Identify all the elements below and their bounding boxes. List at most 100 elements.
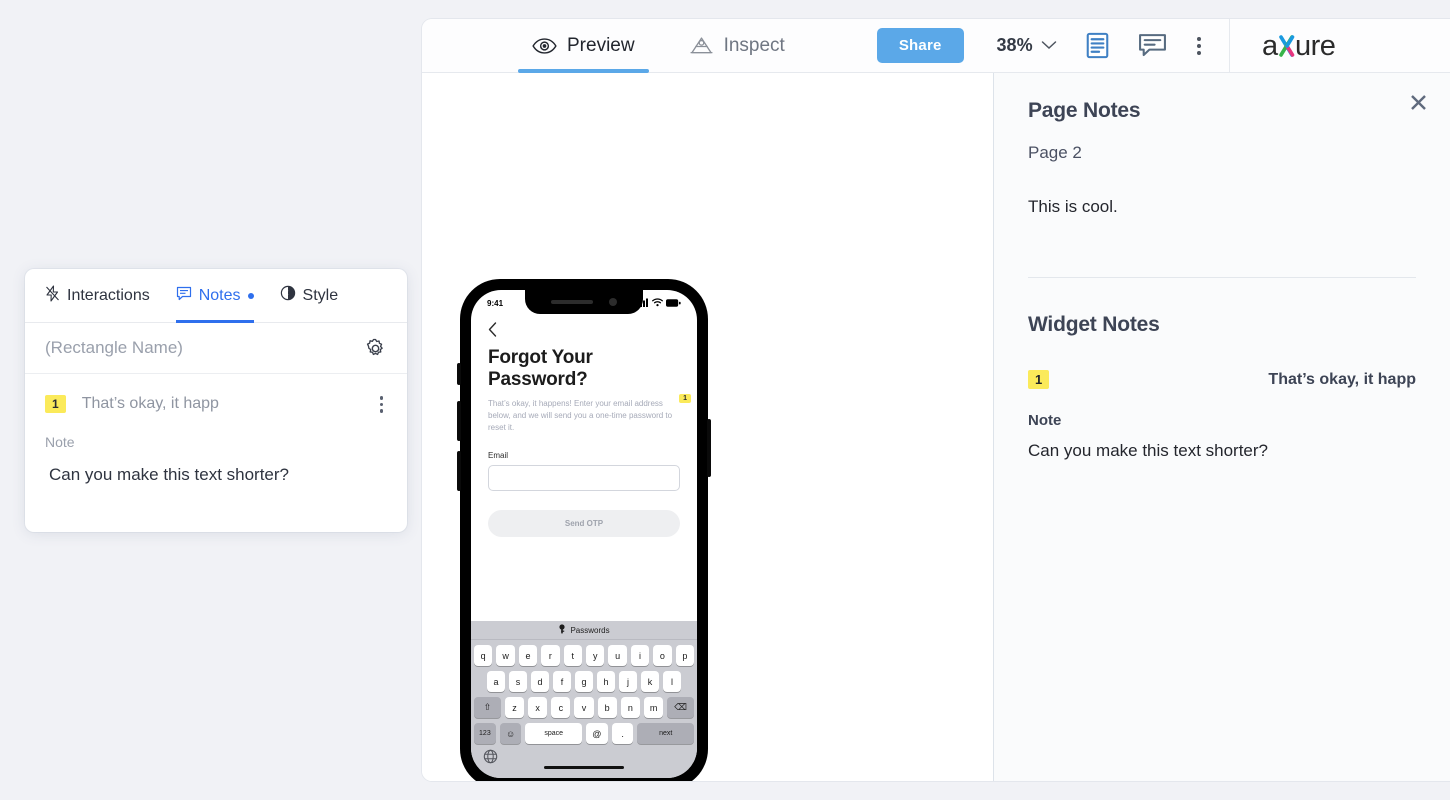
key-j[interactable]: j bbox=[619, 671, 637, 692]
tab-preview[interactable]: Preview bbox=[518, 19, 649, 73]
tab-inspect[interactable]: Inspect bbox=[685, 19, 789, 73]
key-period[interactable]: . bbox=[611, 723, 634, 744]
comments-icon[interactable] bbox=[1138, 33, 1167, 58]
key-i[interactable]: i bbox=[630, 645, 650, 666]
svg-text:a: a bbox=[1262, 30, 1279, 62]
keyboard-row-4: 123 ☺ space @ . next bbox=[471, 723, 697, 744]
share-button[interactable]: Share bbox=[876, 28, 964, 63]
key-n[interactable]: n bbox=[620, 697, 640, 718]
key-v[interactable]: v bbox=[574, 697, 594, 718]
key-a[interactable]: a bbox=[487, 671, 505, 692]
page-note-body: This is cool. bbox=[1028, 197, 1118, 216]
keyboard-passwords-suggestion[interactable]: Passwords bbox=[471, 621, 697, 640]
widget-note-badge: 1 bbox=[1028, 370, 1050, 389]
note-field-label: Note bbox=[45, 433, 75, 450]
key-b[interactable]: b bbox=[597, 697, 617, 718]
key-space[interactable]: space bbox=[525, 723, 582, 744]
phone-mute-button[interactable] bbox=[457, 363, 461, 385]
key-p[interactable]: p bbox=[675, 645, 695, 666]
page-notes-icon[interactable] bbox=[1085, 32, 1110, 59]
key-m[interactable]: m bbox=[643, 697, 664, 718]
key-f[interactable]: f bbox=[553, 671, 571, 692]
inspect-icon bbox=[689, 36, 714, 55]
widget-note-row: 1 That’s okay, it happ bbox=[1028, 370, 1416, 389]
widget-note-field-value: Can you make this text shorter? bbox=[1028, 441, 1269, 460]
note-field-value[interactable]: Can you make this text shorter? bbox=[25, 450, 407, 485]
page-name: Page 2 bbox=[1028, 143, 1082, 162]
key-y[interactable]: y bbox=[586, 645, 605, 666]
email-input[interactable] bbox=[488, 464, 680, 491]
key-z[interactable]: z bbox=[504, 697, 525, 718]
screen-title: Forgot Your Password? bbox=[488, 347, 593, 390]
battery-icon bbox=[666, 294, 681, 312]
key-d[interactable]: d bbox=[531, 671, 549, 692]
gear-icon[interactable] bbox=[364, 337, 387, 360]
key-icon bbox=[558, 624, 566, 636]
tab-notes[interactable]: Notes bbox=[175, 269, 254, 323]
status-time: 9:41 bbox=[487, 298, 504, 308]
globe-icon[interactable] bbox=[483, 749, 498, 769]
key-next[interactable]: next bbox=[637, 723, 694, 744]
key-shift[interactable]: ⇧ bbox=[473, 697, 501, 718]
widget-note-field-label: Note bbox=[1028, 412, 1062, 429]
chevron-down-icon bbox=[1041, 37, 1057, 55]
zoom-level-dropdown[interactable]: 38% bbox=[997, 35, 1057, 56]
keyboard-row2-left-gap bbox=[471, 671, 483, 692]
axure-cloud-app-frame: Preview Inspect Share 38% a ure 9:41 1 F… bbox=[422, 19, 1450, 781]
key-at[interactable]: @ bbox=[586, 723, 608, 744]
tab-inspect-label: Inspect bbox=[723, 34, 785, 56]
keyboard-bottom-row bbox=[471, 744, 697, 774]
phone-speaker bbox=[551, 300, 593, 304]
notes-unread-dot bbox=[247, 292, 254, 299]
panel-divider bbox=[1028, 277, 1416, 278]
email-field-label: Email bbox=[488, 450, 509, 460]
notes-side-panel: Page Notes Page 2 This is cool. Widget N… bbox=[993, 73, 1450, 781]
phone-power-button[interactable] bbox=[707, 419, 711, 477]
key-numbers[interactable]: 123 bbox=[474, 723, 496, 744]
phone-volume-down-button[interactable] bbox=[457, 451, 461, 491]
tab-notes-label: Notes bbox=[198, 286, 241, 304]
lightning-icon bbox=[45, 284, 60, 307]
phone-volume-up-button[interactable] bbox=[457, 401, 461, 441]
widget-name-row: (Rectangle Name) bbox=[25, 323, 407, 374]
contrast-icon bbox=[280, 285, 296, 306]
speech-bubble-icon bbox=[176, 286, 192, 306]
chevron-left-icon[interactable] bbox=[488, 322, 680, 342]
key-c[interactable]: c bbox=[551, 697, 571, 718]
key-t[interactable]: t bbox=[563, 645, 582, 666]
key-emoji[interactable]: ☺ bbox=[499, 723, 522, 744]
key-k[interactable]: k bbox=[641, 671, 659, 692]
key-e[interactable]: e bbox=[518, 645, 538, 666]
tab-style[interactable]: Style bbox=[280, 269, 339, 323]
key-x[interactable]: x bbox=[528, 697, 548, 718]
zoom-level-value: 38% bbox=[996, 35, 1033, 55]
note-more-options-icon[interactable] bbox=[376, 392, 388, 417]
tab-style-label: Style bbox=[302, 286, 339, 304]
notes-inspector-panel: Interactions Notes Style (Rectangle Name… bbox=[25, 269, 407, 532]
note-badge: 1 bbox=[45, 395, 66, 414]
key-q[interactable]: q bbox=[473, 645, 493, 666]
home-indicator bbox=[544, 766, 624, 769]
key-g[interactable]: g bbox=[575, 671, 593, 692]
tab-interactions-label: Interactions bbox=[67, 286, 150, 304]
send-otp-button[interactable]: Send OTP bbox=[488, 509, 680, 537]
key-r[interactable]: r bbox=[541, 645, 560, 666]
note-widget-title: That’s okay, it happ bbox=[81, 395, 219, 413]
close-icon[interactable] bbox=[1410, 94, 1427, 111]
key-h[interactable]: h bbox=[597, 671, 615, 692]
screen-subtitle: That’s okay, it happens! Enter your emai… bbox=[488, 398, 673, 432]
key-o[interactable]: o bbox=[653, 645, 672, 666]
tab-preview-label: Preview bbox=[567, 34, 635, 56]
key-backspace[interactable]: ⌫ bbox=[667, 697, 695, 718]
note-entry-header: 1 That’s okay, it happ bbox=[25, 374, 407, 417]
keyboard-suggestion-label: Passwords bbox=[570, 625, 610, 635]
key-u[interactable]: u bbox=[608, 645, 627, 666]
key-s[interactable]: s bbox=[509, 671, 527, 692]
widget-name-input[interactable]: (Rectangle Name) bbox=[45, 338, 183, 358]
key-l[interactable]: l bbox=[663, 671, 681, 692]
phone-note-badge[interactable]: 1 bbox=[679, 394, 691, 403]
more-options-icon[interactable] bbox=[1196, 36, 1201, 55]
phone-mockup: 9:41 1 Forgot Your Password? That’s okay… bbox=[457, 279, 711, 781]
key-w[interactable]: w bbox=[496, 645, 515, 666]
tab-interactions[interactable]: Interactions bbox=[45, 269, 150, 323]
